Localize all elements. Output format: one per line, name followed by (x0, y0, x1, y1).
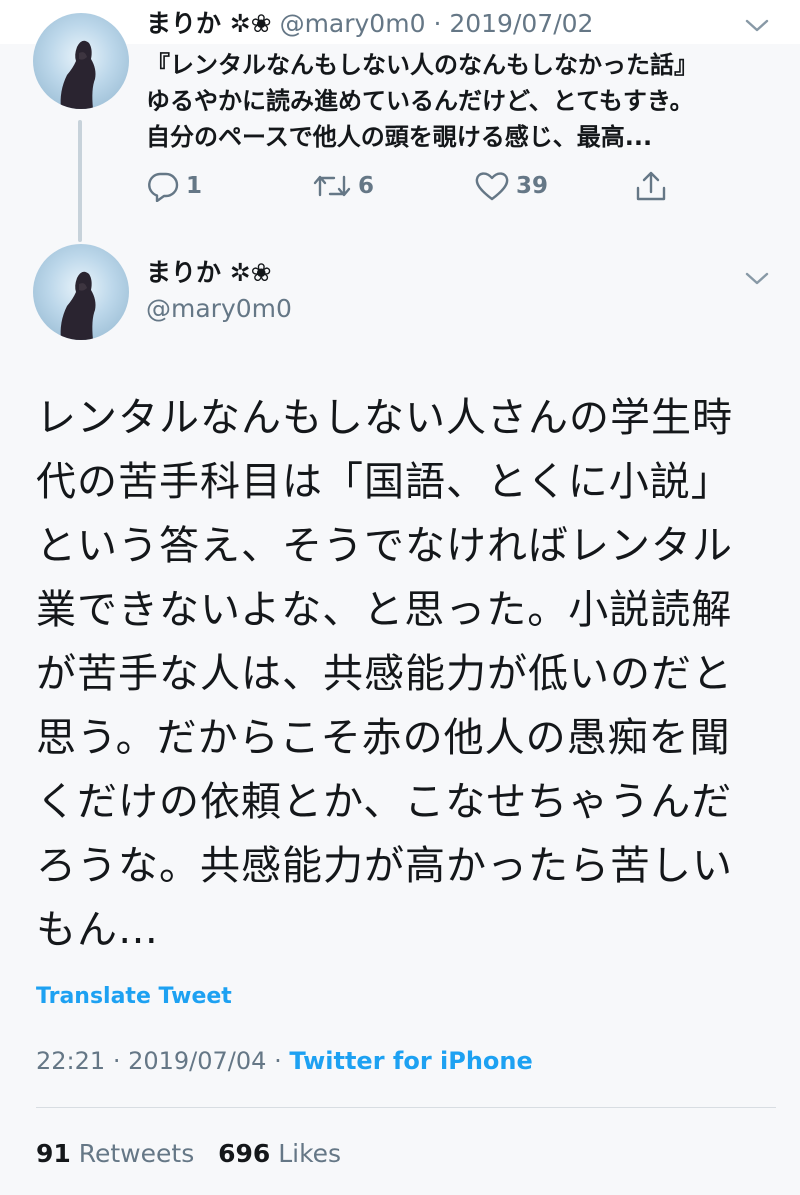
likes-stat[interactable]: 696 Likes (218, 1139, 341, 1168)
tweet-text-line: が苦手な人は、共感能力が低いのだと (36, 651, 733, 697)
tweet-text-line: ゆるやかに読み進めているんだけど、とてもすき。 (146, 87, 694, 115)
tweet-text-line: くだけの依頼とか、こなせちゃうんだ (36, 779, 733, 825)
tweet-stats: 91 Retweets 696 Likes (36, 1139, 341, 1168)
share-button[interactable] (634, 168, 674, 204)
display-name[interactable]: まりか ✲❀ (146, 9, 272, 38)
share-icon (636, 171, 666, 201)
retweet-total: 91 (36, 1139, 71, 1168)
separator: · (112, 1047, 121, 1075)
previous-tweet-text[interactable]: 『レンタルなんもしない人のなんもしなかった話』 ゆるやかに読み進めているんだけど… (146, 47, 766, 155)
main-tweet-text: レンタルなんもしない人さんの学生時 代の苦手科目は「国語、とくに小説」 という答… (36, 386, 776, 962)
divider (36, 1107, 776, 1108)
like-button[interactable]: 39 (474, 168, 548, 204)
tweet-time: 22:21 (36, 1047, 106, 1075)
tweet-source-link[interactable]: Twitter for iPhone (289, 1047, 532, 1075)
avatar[interactable] (33, 244, 129, 340)
tweet-text-line: もん… (36, 907, 159, 953)
retweets-stat[interactable]: 91 Retweets (36, 1139, 194, 1168)
main-tweet-display-name[interactable]: まりか ✲❀ (146, 258, 272, 288)
tweet-text-line: 代の苦手科目は「国語、とくに小説」 (36, 459, 732, 505)
tweet-text-line: レンタルなんもしない人さんの学生時 (36, 395, 733, 441)
display-name[interactable]: まりか ✲❀ (146, 258, 272, 287)
tweet-timestamp: 22:21 · 2019/07/04 · Twitter for iPhone (36, 1047, 533, 1075)
retweet-button[interactable]: 6 (312, 168, 374, 204)
tweet-text-line: 『レンタルなんもしない人のなんもしなかった話』 (146, 51, 698, 79)
avatar-photo (60, 271, 96, 340)
chevron-down-icon[interactable] (744, 271, 770, 287)
tweet-text-line: 自分のペースで他人の頭を覗ける感じ、最高... (146, 123, 653, 151)
reply-button[interactable]: 1 (146, 168, 202, 204)
tweet-text-line: ろうな。共感能力が高かったら苦しい (36, 843, 733, 889)
chevron-down-icon[interactable] (744, 18, 770, 34)
avatar[interactable] (33, 13, 129, 109)
like-icon (475, 172, 509, 201)
tweet-text-line: という答え、そうでなければレンタル (36, 523, 733, 569)
avatar-photo (60, 40, 96, 109)
previous-tweet-header[interactable]: まりか ✲❀ @mary0m0 · 2019/07/02 (146, 9, 593, 39)
separator: · (433, 9, 442, 38)
handle[interactable]: @mary0m0 (146, 294, 292, 323)
like-total: 696 (218, 1139, 271, 1168)
handle[interactable]: @mary0m0 (280, 9, 426, 38)
thread-connector-line (78, 120, 82, 242)
tweet-date[interactable]: 2019/07/02 (449, 9, 593, 38)
like-count: 39 (516, 173, 549, 199)
likes-label: Likes (278, 1139, 342, 1168)
tweet-date: 2019/07/04 (128, 1047, 267, 1075)
separator: · (274, 1047, 282, 1075)
reply-icon (148, 172, 179, 202)
tweet-text-line: 業できないよな、と思った。小説読解 (36, 587, 733, 633)
reply-count: 1 (186, 173, 203, 199)
tweet-text-line: 思う。だからこそ赤の他人の愚痴を聞 (36, 715, 731, 761)
retweets-label: Retweets (78, 1139, 195, 1168)
retweet-icon (313, 175, 351, 197)
translate-tweet-link[interactable]: Translate Tweet (36, 984, 232, 1009)
tweet-actions: 1 6 39 (146, 168, 686, 204)
tweet-detail-page: まりか ✲❀ @mary0m0 · 2019/07/02 『レンタルなんもしない… (0, 0, 800, 1195)
retweet-count: 6 (358, 173, 375, 199)
